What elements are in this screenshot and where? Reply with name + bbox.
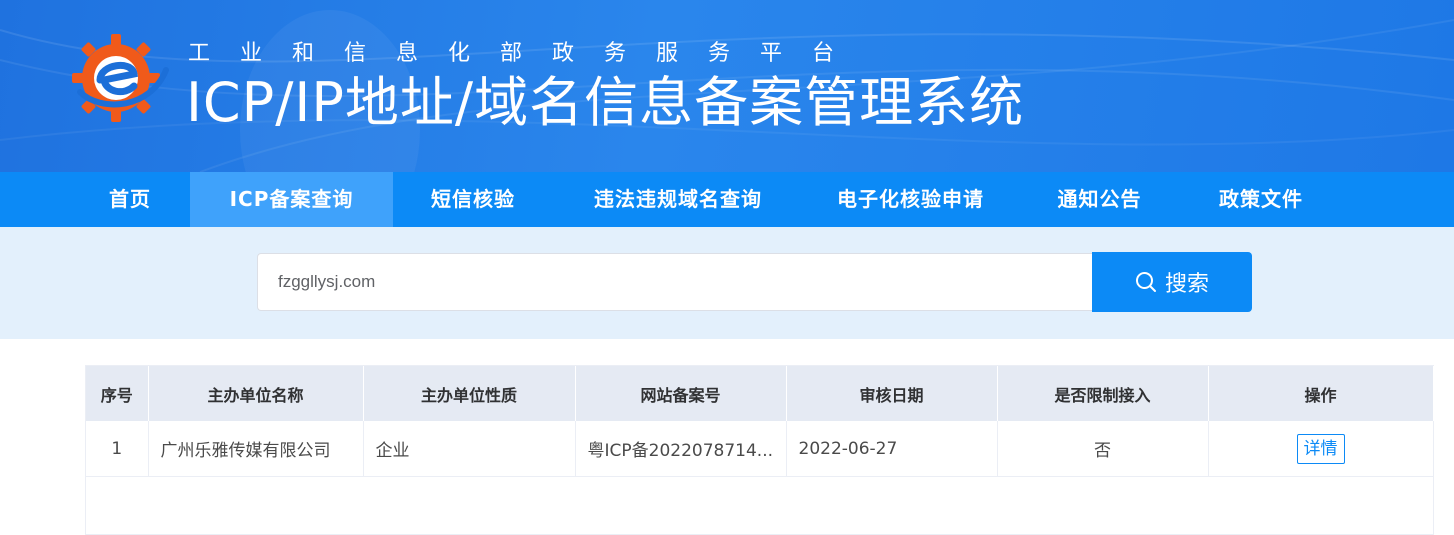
search-button[interactable]: 搜索 — [1092, 252, 1252, 312]
search-area: 搜索 — [0, 227, 1454, 339]
system-title: ICP/IP地址/域名信息备案管理系统 — [186, 71, 1025, 134]
nav-policy-docs[interactable]: 政策文件 — [1181, 172, 1341, 227]
cell-action: 详情 — [1208, 421, 1434, 477]
nav-notices[interactable]: 通知公告 — [1018, 172, 1181, 227]
search-icon — [1135, 272, 1156, 292]
header-record-no: 网站备案号 — [575, 366, 787, 421]
header-restricted: 是否限制接入 — [997, 366, 1209, 421]
header-review-date: 审核日期 — [786, 366, 998, 421]
search-button-label: 搜索 — [1164, 272, 1209, 297]
header-index: 序号 — [86, 366, 149, 421]
cell-org-type: 企业 — [363, 421, 576, 477]
ministry-logo — [72, 34, 169, 122]
nav-illegal-domain-query[interactable]: 违法违规域名查询 — [553, 172, 803, 227]
nav-electronic-verify[interactable]: 电子化核验申请 — [803, 172, 1018, 227]
cell-restricted: 否 — [997, 421, 1209, 477]
nav-sms-verify[interactable]: 短信核验 — [393, 172, 553, 227]
cell-record-no: 粤ICP备2022078714... — [575, 421, 787, 477]
header-org-type: 主办单位性质 — [363, 366, 576, 421]
search-input[interactable] — [257, 253, 1093, 311]
result-panel: 序号 主办单位名称 主办单位性质 网站备案号 审核日期 是否限制接入 操作 1 … — [85, 365, 1434, 535]
result-table: 序号 主办单位名称 主办单位性质 网站备案号 审核日期 是否限制接入 操作 1 … — [86, 366, 1434, 477]
nav-home[interactable]: 首页 — [70, 172, 190, 227]
nav-icp-query[interactable]: ICP备案查询 — [190, 172, 393, 227]
table-header-row: 序号 主办单位名称 主办单位性质 网站备案号 审核日期 是否限制接入 操作 — [86, 366, 1434, 421]
main-nav: 首页 ICP备案查询 短信核验 违法违规域名查询 电子化核验申请 通知公告 政策… — [0, 172, 1454, 227]
detail-button[interactable]: 详情 — [1296, 433, 1345, 464]
header-banner: 工业和信息化部政务服务平台 ICP/IP地址/域名信息备案管理系统 — [0, 0, 1454, 172]
cell-review-date: 2022-06-27 — [786, 421, 998, 477]
cell-org-name: 广州乐雅传媒有限公司 — [148, 421, 364, 477]
header-org-name: 主办单位名称 — [148, 366, 364, 421]
ministry-subtitle: 工业和信息化部政务服务平台 — [188, 41, 865, 66]
table-row: 1 广州乐雅传媒有限公司 企业 粤ICP备2022078714... 2022-… — [86, 421, 1434, 477]
header-action: 操作 — [1208, 366, 1434, 421]
cell-index: 1 — [86, 421, 149, 477]
